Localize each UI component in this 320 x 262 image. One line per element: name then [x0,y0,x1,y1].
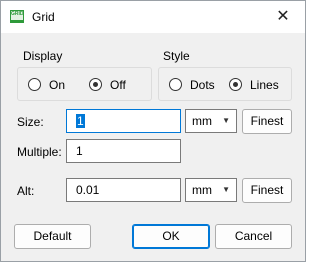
multiple-value: 1 [76,144,83,158]
alt-value: 0.01 [76,183,100,197]
default-button[interactable]: Default [14,224,91,249]
display-group: On Off [17,67,152,101]
chevron-down-icon: ▼ [222,185,230,194]
style-lines-label[interactable]: Lines [250,78,279,92]
display-heading: Display [23,49,63,63]
alt-input[interactable]: 0.01 [66,178,181,202]
title-bar[interactable]: GRID Grid ✕ [1,1,305,33]
style-lines-radio[interactable] [229,78,242,91]
multiple-label: Multiple: [17,145,62,159]
window-title: Grid [32,10,55,24]
alt-unit-select[interactable]: mm ▼ [185,178,237,202]
alt-finest-button[interactable]: Finest [242,178,292,203]
multiple-input[interactable]: 1 [66,139,181,163]
display-off-label[interactable]: Off [110,78,126,92]
size-finest-button[interactable]: Finest [242,109,292,134]
size-input[interactable]: 1 [66,109,181,133]
close-icon[interactable]: ✕ [261,1,305,33]
ok-button[interactable]: OK [132,224,210,249]
display-on-radio[interactable] [28,78,41,91]
size-value: 1 [76,114,85,128]
cancel-button[interactable]: Cancel [215,224,292,249]
style-heading: Style [163,49,190,63]
display-on-label[interactable]: On [49,78,65,92]
style-dots-label[interactable]: Dots [190,78,215,92]
size-unit-select[interactable]: mm ▼ [185,109,237,133]
style-dots-radio[interactable] [169,78,182,91]
display-off-radio[interactable] [89,78,102,91]
grid-app-icon: GRID [10,10,24,23]
grid-dialog: GRID Grid ✕ Display On Off Style Dots Li… [0,0,306,262]
size-label: Size: [17,115,44,129]
chevron-down-icon: ▼ [222,116,230,125]
alt-label: Alt: [17,184,35,198]
alt-unit-value: mm [192,183,212,197]
style-group: Dots Lines [158,67,292,101]
size-unit-value: mm [192,114,212,128]
